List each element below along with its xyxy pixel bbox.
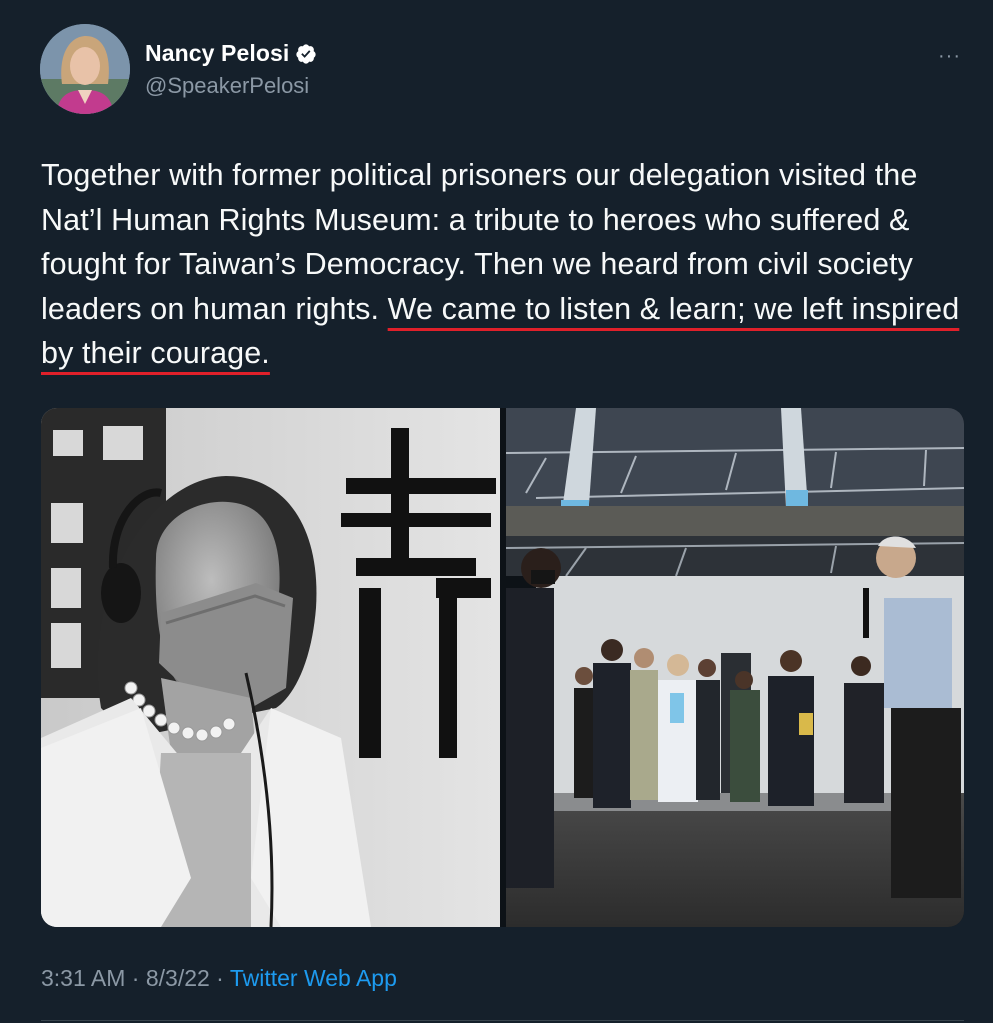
tweet-time[interactable]: 3:31 AM [41, 965, 125, 991]
author-avatar[interactable] [40, 24, 130, 114]
tweet-meta: 3:31 AM · 8/3/22 · Twitter Web App [41, 965, 397, 992]
author-name-row: Nancy Pelosi [145, 40, 317, 67]
divider [41, 1020, 964, 1021]
more-options-icon[interactable]: ··· [938, 45, 961, 68]
media-grid [41, 408, 964, 927]
author-handle[interactable]: @SpeakerPelosi [145, 73, 309, 99]
verified-badge-icon [296, 43, 317, 64]
photo-pelosi-museum-bw[interactable] [41, 408, 500, 927]
meta-separator: · [125, 965, 146, 991]
tweet-text: Together with former political prisoners… [41, 153, 966, 376]
avatar-image [40, 24, 130, 114]
photo-delegation-outdoor[interactable] [506, 408, 964, 927]
photo-left-image [41, 408, 500, 927]
tweet: Nancy Pelosi @SpeakerPelosi ··· Together… [0, 0, 993, 1023]
photo-right-image [506, 408, 964, 927]
author-display-name[interactable]: Nancy Pelosi [145, 40, 289, 67]
tweet-date[interactable]: 8/3/22 [146, 965, 210, 991]
meta-separator: · [209, 965, 230, 991]
tweet-source-link[interactable]: Twitter Web App [230, 965, 397, 991]
